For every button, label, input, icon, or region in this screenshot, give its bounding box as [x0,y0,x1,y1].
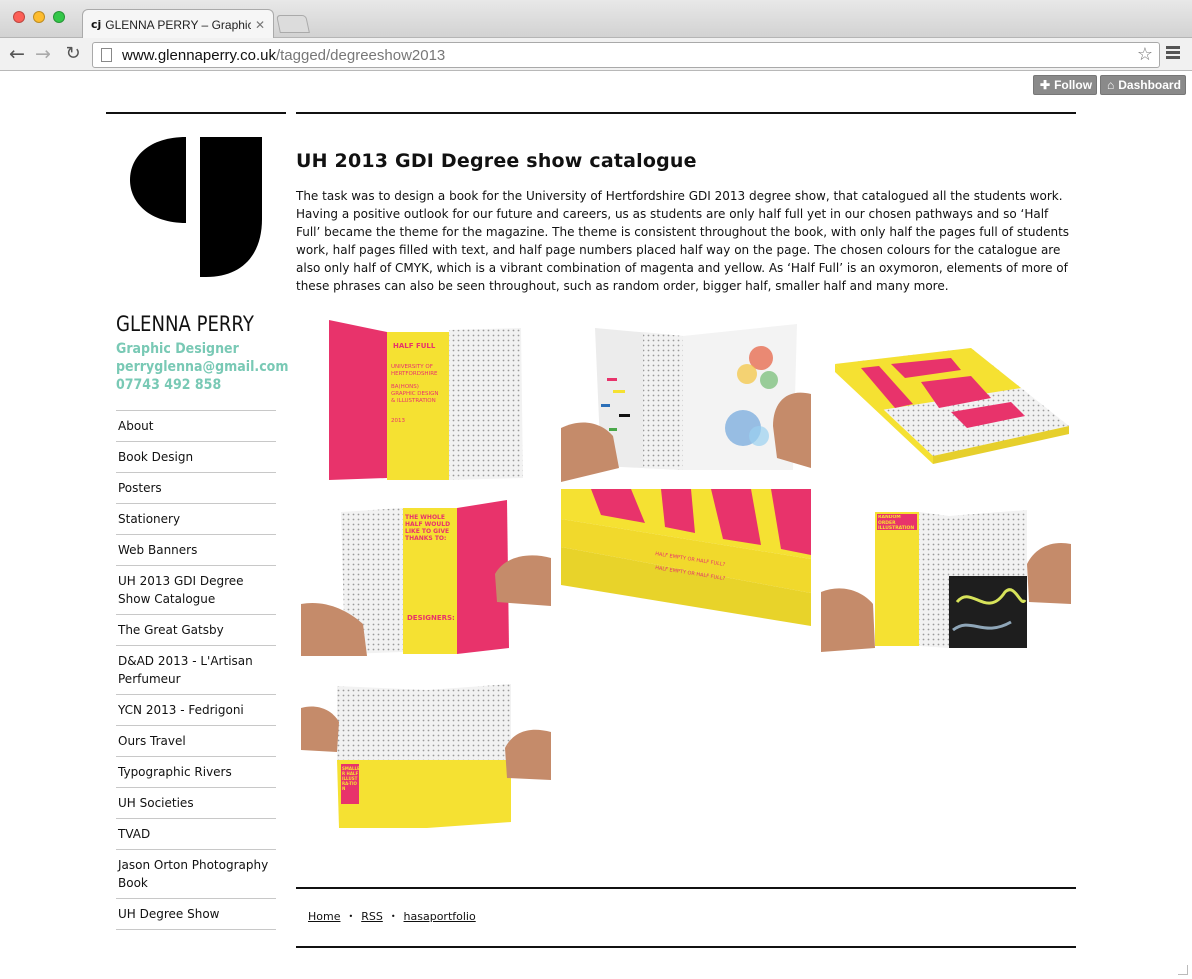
footer-home-link[interactable]: Home [308,910,340,923]
browser-titlebar: cj GLENNA PERRY – Graphic D ✕ [0,0,1192,39]
contact-email[interactable]: perryglenna@gmail.com [116,359,288,375]
p1-line-4: GRAPHIC DESIGN [391,391,439,397]
footer-hasaportfolio-link[interactable]: hasaportfolio [404,910,476,923]
catalogue-photo-3[interactable] [821,318,1071,482]
sidebar-item-tvad[interactable]: TVAD [116,819,276,850]
sidebar-item-jason-orton[interactable]: Jason Orton Photography Book [116,850,276,899]
sidebar-item-typographic-rivers[interactable]: Typographic Rivers [116,757,276,788]
sidebar-item-ycn-2013[interactable]: YCN 2013 - Fedrigoni [116,695,276,726]
catalogue-photo-2[interactable] [561,318,811,482]
p4-heading: THE WHOLE HALF WOULD LIKE TO GIVE THANKS… [405,514,451,542]
browser-menu-icon[interactable] [1166,46,1180,61]
follow-button[interactable]: ✚ Follow [1033,75,1097,95]
footer-top-rule [296,887,1076,889]
p1-line-6: 2013 [391,418,405,424]
p4-sub: DESIGNERS: [407,614,455,622]
sidebar-nav: About Book Design Posters Stationery Web… [116,410,276,930]
post-title[interactable]: UH 2013 GDI Degree show catalogue [296,150,697,172]
sidebar-item-about[interactable]: About [116,411,276,442]
sidebar-item-uh-societies[interactable]: UH Societies [116,788,276,819]
footer-bottom-rule [296,946,1076,948]
back-arrow-icon[interactable]: ← [6,42,28,66]
sidebar-item-great-gatsby[interactable]: The Great Gatsby [116,615,276,646]
new-tab-button[interactable] [276,15,310,33]
footer-separator: • [390,912,396,921]
footer-separator: • [348,912,354,921]
sidebar-item-web-banners[interactable]: Web Banners [116,535,276,566]
sidebar-item-uh-degree-show[interactable]: UH Degree Show [116,899,276,930]
p7-heading: SMALLER HALF ILLUSTRA-TION [342,766,360,791]
home-icon: ⌂ [1107,78,1115,92]
sidebar-item-posters[interactable]: Posters [116,473,276,504]
sidebar-item-uh-2013-gdi[interactable]: UH 2013 GDI Degree Show Catalogue [116,566,276,615]
close-window-button[interactable] [13,11,25,23]
plus-icon: ✚ [1040,78,1051,92]
p1-line-1: UNIVERSITY OF [391,364,433,370]
p1-title: HALF FULL [393,342,436,350]
catalogue-photo-7[interactable]: SMALLER HALF ILLUSTRA-TION [301,668,551,832]
post-body: The task was to design a book for the Un… [296,189,1070,293]
reload-icon[interactable]: ↻ [62,42,84,66]
minimize-window-button[interactable] [33,11,45,23]
catalogue-photo-6[interactable]: RANDOM ORDER ILLUSTRATION [821,492,1071,656]
sidebar-top-rule [106,112,286,114]
sidebar-item-ours-travel[interactable]: Ours Travel [116,726,276,757]
forward-arrow-icon[interactable]: → [32,42,54,66]
address-bar[interactable]: www.glennaperry.co.uk/tagged/degreeshow2… [92,42,1160,68]
sidebar-item-dad-2013[interactable]: D&AD 2013 - L'Artisan Perfumeur [116,646,276,695]
main-top-rule [296,112,1076,114]
site-title[interactable]: GLENNA PERRY [116,312,254,336]
dashboard-button[interactable]: ⌂ Dashboard [1100,75,1186,95]
p1-line-2: HERTFORDSHIRE [391,371,438,377]
contact-phone: 07743 492 858 [116,377,222,393]
catalogue-photo-5[interactable]: HALF EMPTY OR HALF FULL? HALF EMPTY OR H… [561,489,811,626]
site-favicon-icon: cj [91,18,102,31]
page-icon [101,48,112,62]
window-resize-grip[interactable] [1178,965,1188,975]
browser-toolbar: ← → ↻ www.glennaperry.co.uk/tagged/degre… [0,38,1192,71]
browser-tab[interactable]: cj GLENNA PERRY – Graphic D ✕ [82,9,274,39]
p1-line-5: & ILLUSTRATION [391,398,436,404]
p6-heading: RANDOM ORDER ILLUSTRATION [878,515,915,531]
gp-logo[interactable] [130,137,262,279]
catalogue-photo-4[interactable]: THE WHOLE HALF WOULD LIKE TO GIVE THANKS… [301,492,551,656]
p1-line-3: BA(HONS) [391,384,419,390]
tab-close-icon[interactable]: ✕ [255,18,265,32]
tab-title: GLENNA PERRY – Graphic D [105,17,251,32]
bookmark-star-icon[interactable]: ☆ [1137,44,1153,65]
url-text: www.glennaperry.co.uk/tagged/degreeshow2… [122,46,446,64]
footer-links: Home • RSS • hasaportfolio [308,910,476,923]
site-role: Graphic Designer [116,341,239,357]
catalogue-photo-1[interactable]: HALF FULL UNIVERSITY OF HERTFORDSHIRE BA… [301,318,551,482]
sidebar-item-book-design[interactable]: Book Design [116,442,276,473]
sidebar-item-stationery[interactable]: Stationery [116,504,276,535]
footer-rss-link[interactable]: RSS [361,910,383,923]
zoom-window-button[interactable] [53,11,65,23]
